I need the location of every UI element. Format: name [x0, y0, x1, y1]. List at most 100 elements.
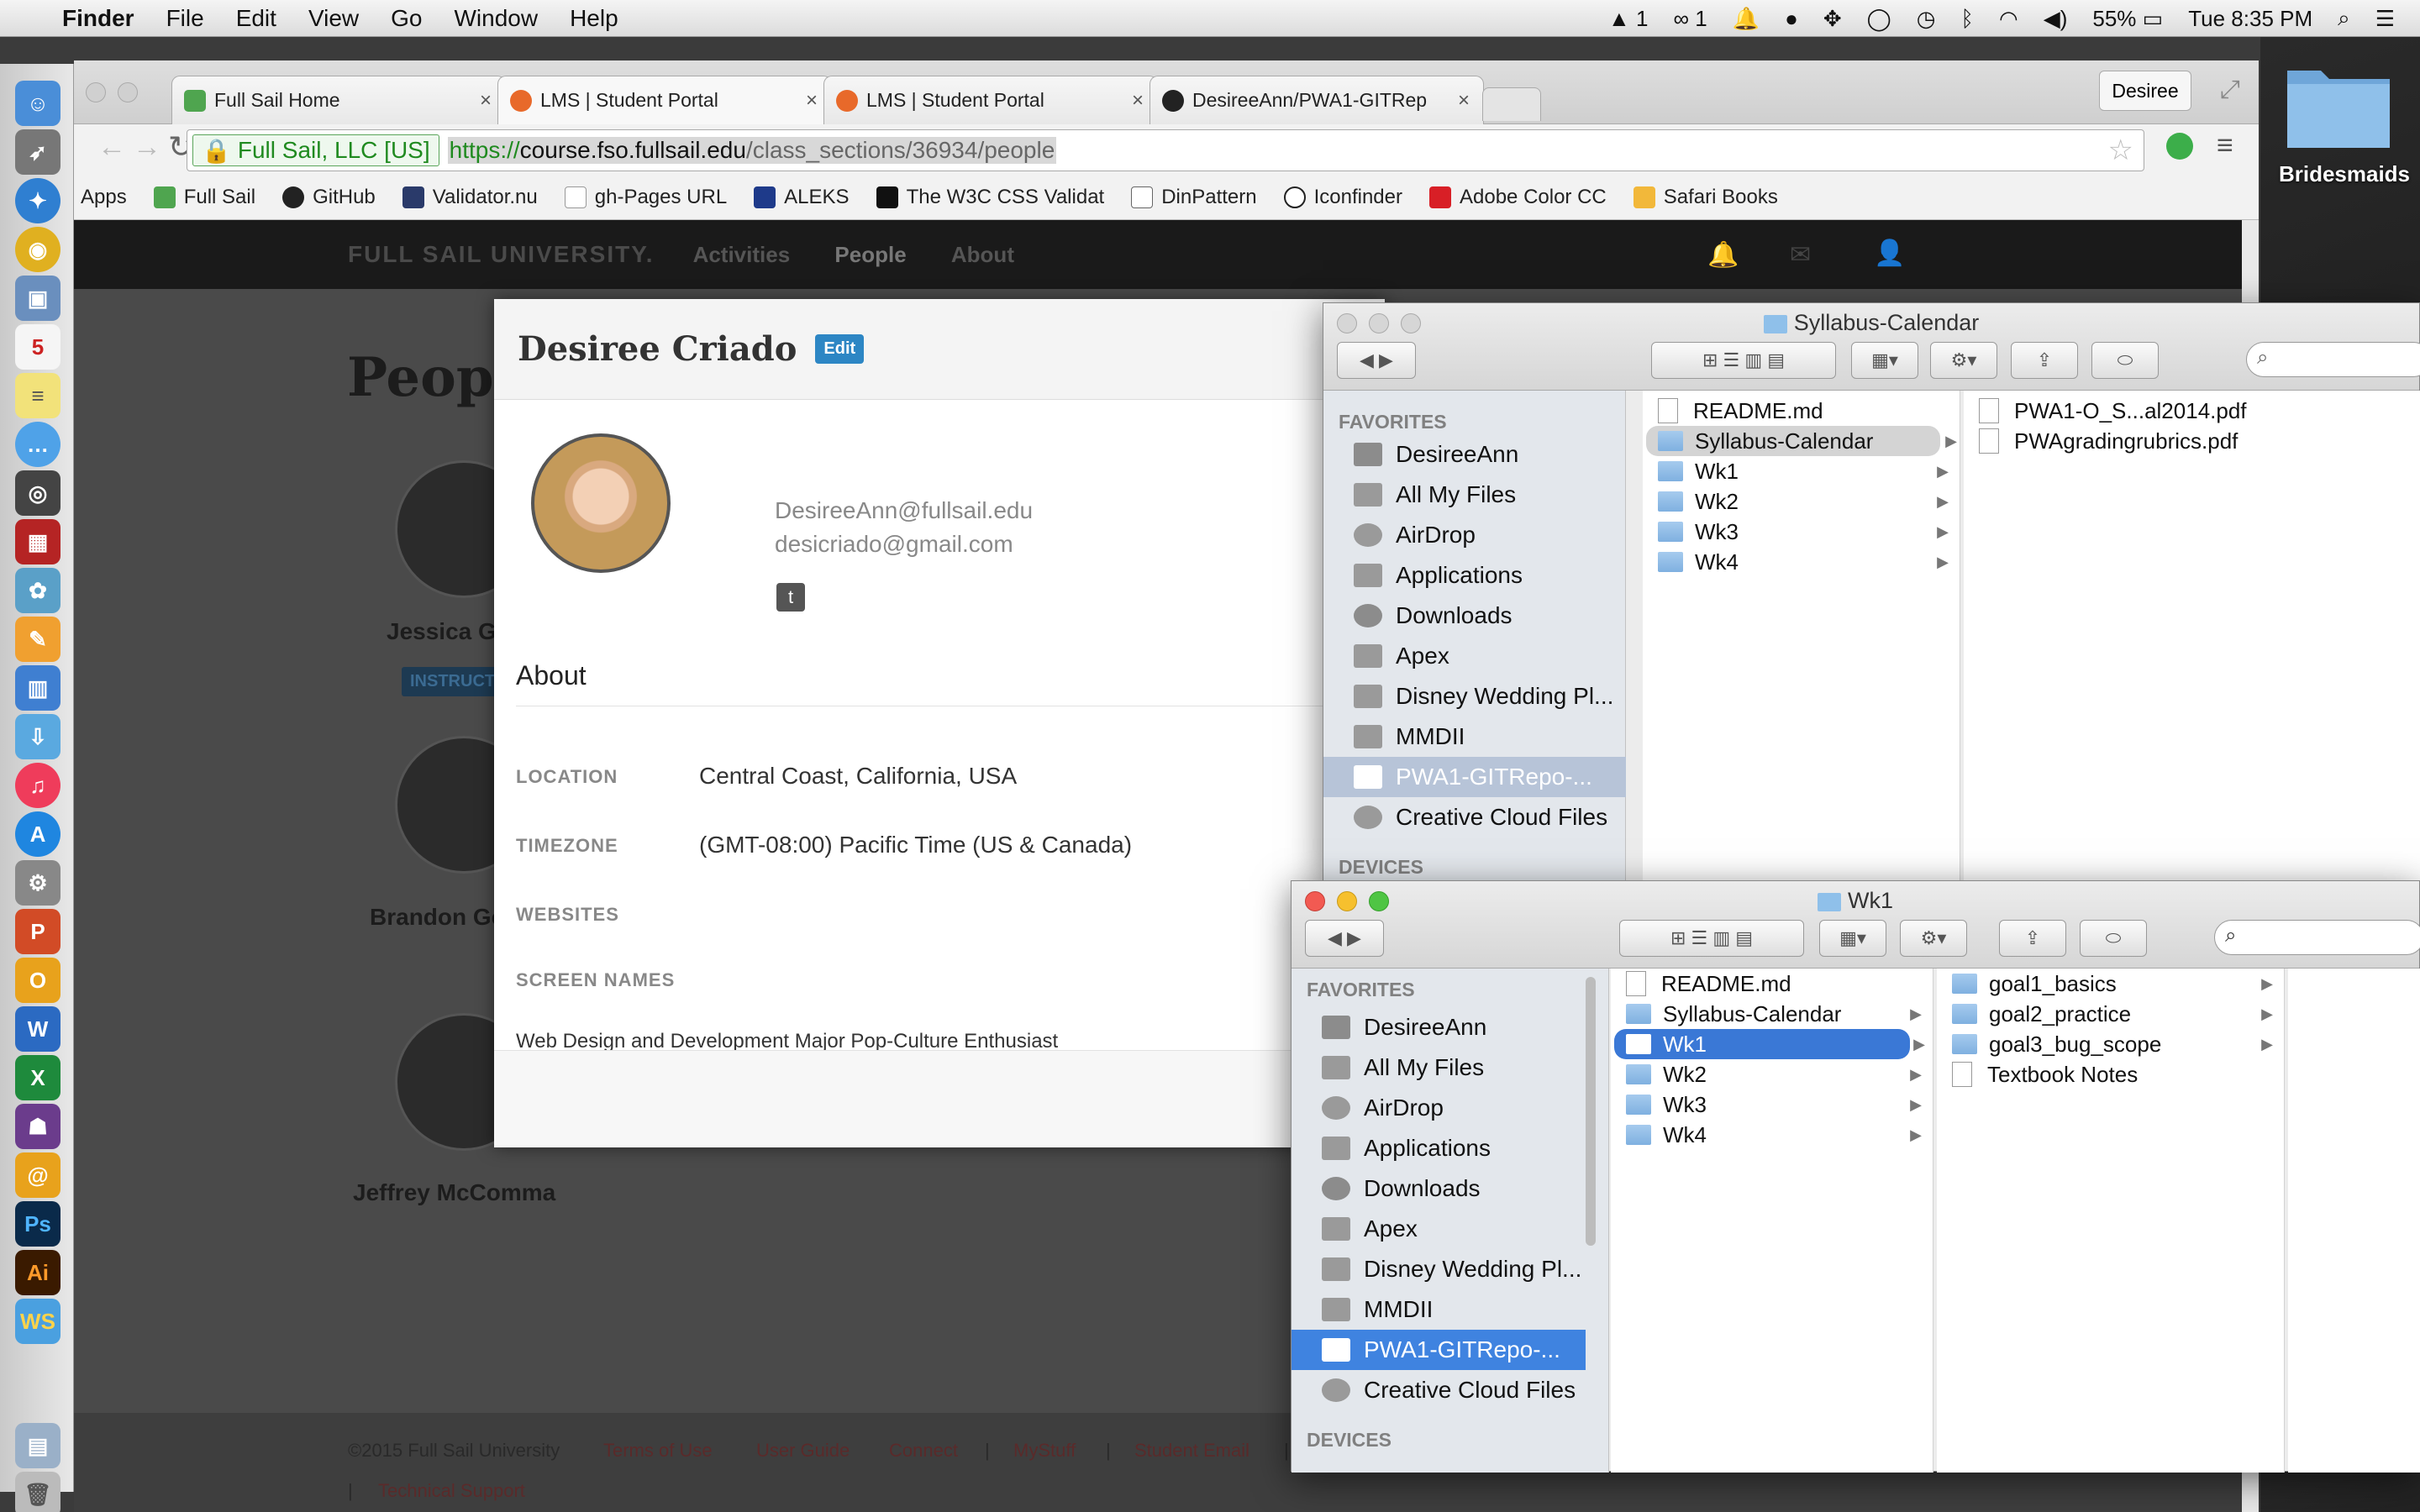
file-textbook-notes[interactable]: Textbook Notes [1940, 1059, 2138, 1089]
ev-certificate-badge[interactable]: 🔒 Full Sail, LLC [US] [192, 134, 439, 166]
outlook-dock-icon[interactable]: O [15, 958, 60, 1003]
bookmark-github[interactable]: GitHub [282, 186, 376, 209]
sidebar-item-mmdii[interactable]: MMDII [1292, 1289, 1594, 1330]
arrange-button[interactable]: ▦▾ [1819, 920, 1886, 957]
bookmark-validator[interactable]: Validator.nu [402, 186, 538, 209]
footer-link-support[interactable]: Technical Support [378, 1480, 525, 1502]
evernote-extension-icon[interactable] [2166, 133, 2193, 160]
excel-dock-icon[interactable]: X [15, 1055, 60, 1100]
menu-help[interactable]: Help [570, 5, 618, 32]
sidebar-item-disney-wedding[interactable]: Disney Wedding Pl... [1323, 676, 1626, 717]
folder-goal1-basics[interactable]: goal1_basics ▶ [1940, 969, 2281, 999]
notes-dock-icon[interactable]: ≡ [15, 373, 60, 418]
battery-status[interactable]: 55% ▭ [2092, 6, 2163, 32]
sidebar-item-all-my-files[interactable]: All My Files [1292, 1047, 1594, 1088]
tags-button[interactable]: ⬭ [2080, 920, 2147, 957]
illustrator-dock-icon[interactable]: Ai [15, 1250, 60, 1295]
menu-view[interactable]: View [308, 5, 359, 32]
chrome-menu-icon[interactable]: ≡ [2217, 129, 2233, 162]
bookmark-star-icon[interactable]: ☆ [2108, 134, 2133, 167]
word-dock-icon[interactable]: W [15, 1006, 60, 1052]
app-store-dock-icon[interactable]: A [15, 811, 60, 857]
sidebar-item-creative-cloud[interactable]: Creative Cloud Files [1292, 1370, 1594, 1410]
bookmark-adobe-color[interactable]: Adobe Color CC [1429, 186, 1607, 209]
dropbox-icon[interactable]: ✥ [1823, 6, 1842, 32]
search-input[interactable]: ⌕ [2246, 342, 2420, 377]
view-mode-buttons[interactable]: ⊞ ☰ ▥ ▤ [1619, 920, 1804, 957]
sidebar-item-airdrop[interactable]: AirDrop [1292, 1088, 1594, 1128]
menu-app-name[interactable]: Finder [62, 5, 134, 32]
sidebar-item-desireeann[interactable]: DesireeAnn [1292, 1007, 1594, 1047]
tags-button[interactable]: ⬭ [2091, 342, 2159, 379]
person-name[interactable]: Jeffrey McComma [353, 1179, 555, 1206]
bookmark-dinpattern[interactable]: DinPattern [1131, 186, 1257, 209]
sidebar-item-pwa1-gitrepo[interactable]: PWA1-GITRepo-... [1323, 757, 1626, 797]
powerpoint-dock-icon[interactable]: P [15, 909, 60, 954]
folder-wk1[interactable]: Wk1 ▶ [1614, 1029, 1925, 1059]
folder-goal2-practice[interactable]: goal2_practice ▶ [1940, 999, 2281, 1029]
share-button[interactable]: ⇪ [1999, 920, 2066, 957]
creative-cloud-status[interactable]: ∞ 1 [1673, 6, 1707, 32]
bookmark-gh-pages[interactable]: gh-Pages URL [564, 186, 727, 209]
back-forward-buttons[interactable]: ◀ ▶ [1305, 920, 1384, 957]
file-readme[interactable]: README.md [1646, 396, 1823, 426]
folder-icon[interactable] [2284, 59, 2393, 151]
sidebar-item-apex[interactable]: Apex [1323, 636, 1626, 676]
view-mode-buttons[interactable]: ⊞ ☰ ▥ ▤ [1651, 342, 1836, 379]
file-readme[interactable]: README.md [1614, 969, 1791, 999]
footer-link-guide[interactable]: User Guide [756, 1440, 850, 1462]
bookmark-w3c-validator[interactable]: The W3C CSS Validat [876, 186, 1104, 209]
folder-wk4[interactable]: Wk4 ▶ [1614, 1120, 1930, 1150]
wifi-icon[interactable]: ◠ [1999, 6, 2018, 32]
search-input[interactable]: ⌕ [2214, 920, 2420, 955]
finder-dock-icon[interactable]: ☺ [15, 81, 60, 126]
sidebar-item-desireeann[interactable]: DesireeAnn [1323, 434, 1626, 475]
mail-icon[interactable]: ✉ [1790, 240, 1811, 270]
footer-link-student-email[interactable]: Student Email [1134, 1440, 1249, 1462]
evernote-icon[interactable]: ● [1785, 6, 1798, 32]
documents-stack-dock-icon[interactable]: ▤ [15, 1423, 60, 1468]
edit-button[interactable]: Edit [815, 334, 865, 364]
photo-booth-dock-icon[interactable]: ▦ [15, 519, 60, 564]
sidebar-item-applications[interactable]: Applications [1323, 555, 1626, 596]
chrome-dock-icon[interactable]: ◉ [15, 227, 60, 272]
forward-icon[interactable]: → [133, 131, 161, 164]
tab-lms-student-portal-2[interactable]: LMS | Student Portal × [823, 76, 1158, 124]
pages-dock-icon[interactable]: ✎ [15, 617, 60, 662]
dreamweaver-dock-icon[interactable]: @ [15, 1152, 60, 1198]
notification-center-icon[interactable]: ☰ [2375, 6, 2395, 32]
sidebar-item-pwa1-gitrepo[interactable]: PWA1-GITRepo-... [1292, 1330, 1586, 1370]
menu-file[interactable]: File [166, 5, 204, 32]
sidebar-item-applications[interactable]: Applications [1292, 1128, 1594, 1168]
new-tab-button[interactable] [1482, 87, 1541, 121]
menu-go[interactable]: Go [391, 5, 422, 32]
bookmark-full-sail[interactable]: Full Sail [153, 186, 255, 209]
tab-close-icon[interactable]: × [1132, 89, 1144, 113]
bluetooth-icon[interactable]: ᛒ [1960, 6, 1974, 32]
file-grading-rubrics-pdf[interactable]: PWAgradingrubrics.pdf [1967, 426, 2238, 456]
launchpad-dock-icon[interactable]: ➶ [15, 129, 60, 175]
menu-edit[interactable]: Edit [236, 5, 276, 32]
window-minimize-button[interactable] [118, 82, 138, 102]
action-gear-button[interactable]: ⚙▾ [1900, 920, 1967, 957]
footer-link-connect[interactable]: Connect [889, 1440, 958, 1462]
iphoto-dock-icon[interactable]: ✿ [15, 568, 60, 613]
tab-close-icon[interactable]: × [480, 89, 492, 113]
time-machine-icon[interactable]: ◷ [1917, 6, 1936, 32]
window-close-button[interactable] [86, 82, 106, 102]
adobe-status[interactable]: ▲ 1 [1608, 6, 1648, 32]
clock[interactable]: Tue 8:35 PM [2188, 6, 2312, 32]
address-bar[interactable]: 🔒 Full Sail, LLC [US] https://course.fso… [187, 129, 2144, 171]
profile-email-secondary[interactable]: desicriado@gmail.com [775, 531, 1013, 558]
folder-wk3[interactable]: Wk3 ▶ [1614, 1089, 1930, 1120]
notification-bell-icon[interactable]: 🔔 [1707, 240, 1739, 270]
sidebar-item-creative-cloud[interactable]: Creative Cloud Files [1323, 797, 1626, 837]
photoshop-dock-icon[interactable]: Ps [15, 1201, 60, 1247]
sidebar-item-apex[interactable]: Apex [1292, 1209, 1594, 1249]
github-dock-icon[interactable]: ☗ [15, 1104, 60, 1149]
desktop-folder-label[interactable]: Bridesmaids [2269, 161, 2420, 187]
folder-wk3[interactable]: Wk3 ▶ [1646, 517, 1957, 547]
safari-dock-icon[interactable]: ✦ [15, 178, 60, 223]
back-icon[interactable]: ← [97, 131, 126, 164]
tab-close-icon[interactable]: × [1458, 89, 1470, 113]
